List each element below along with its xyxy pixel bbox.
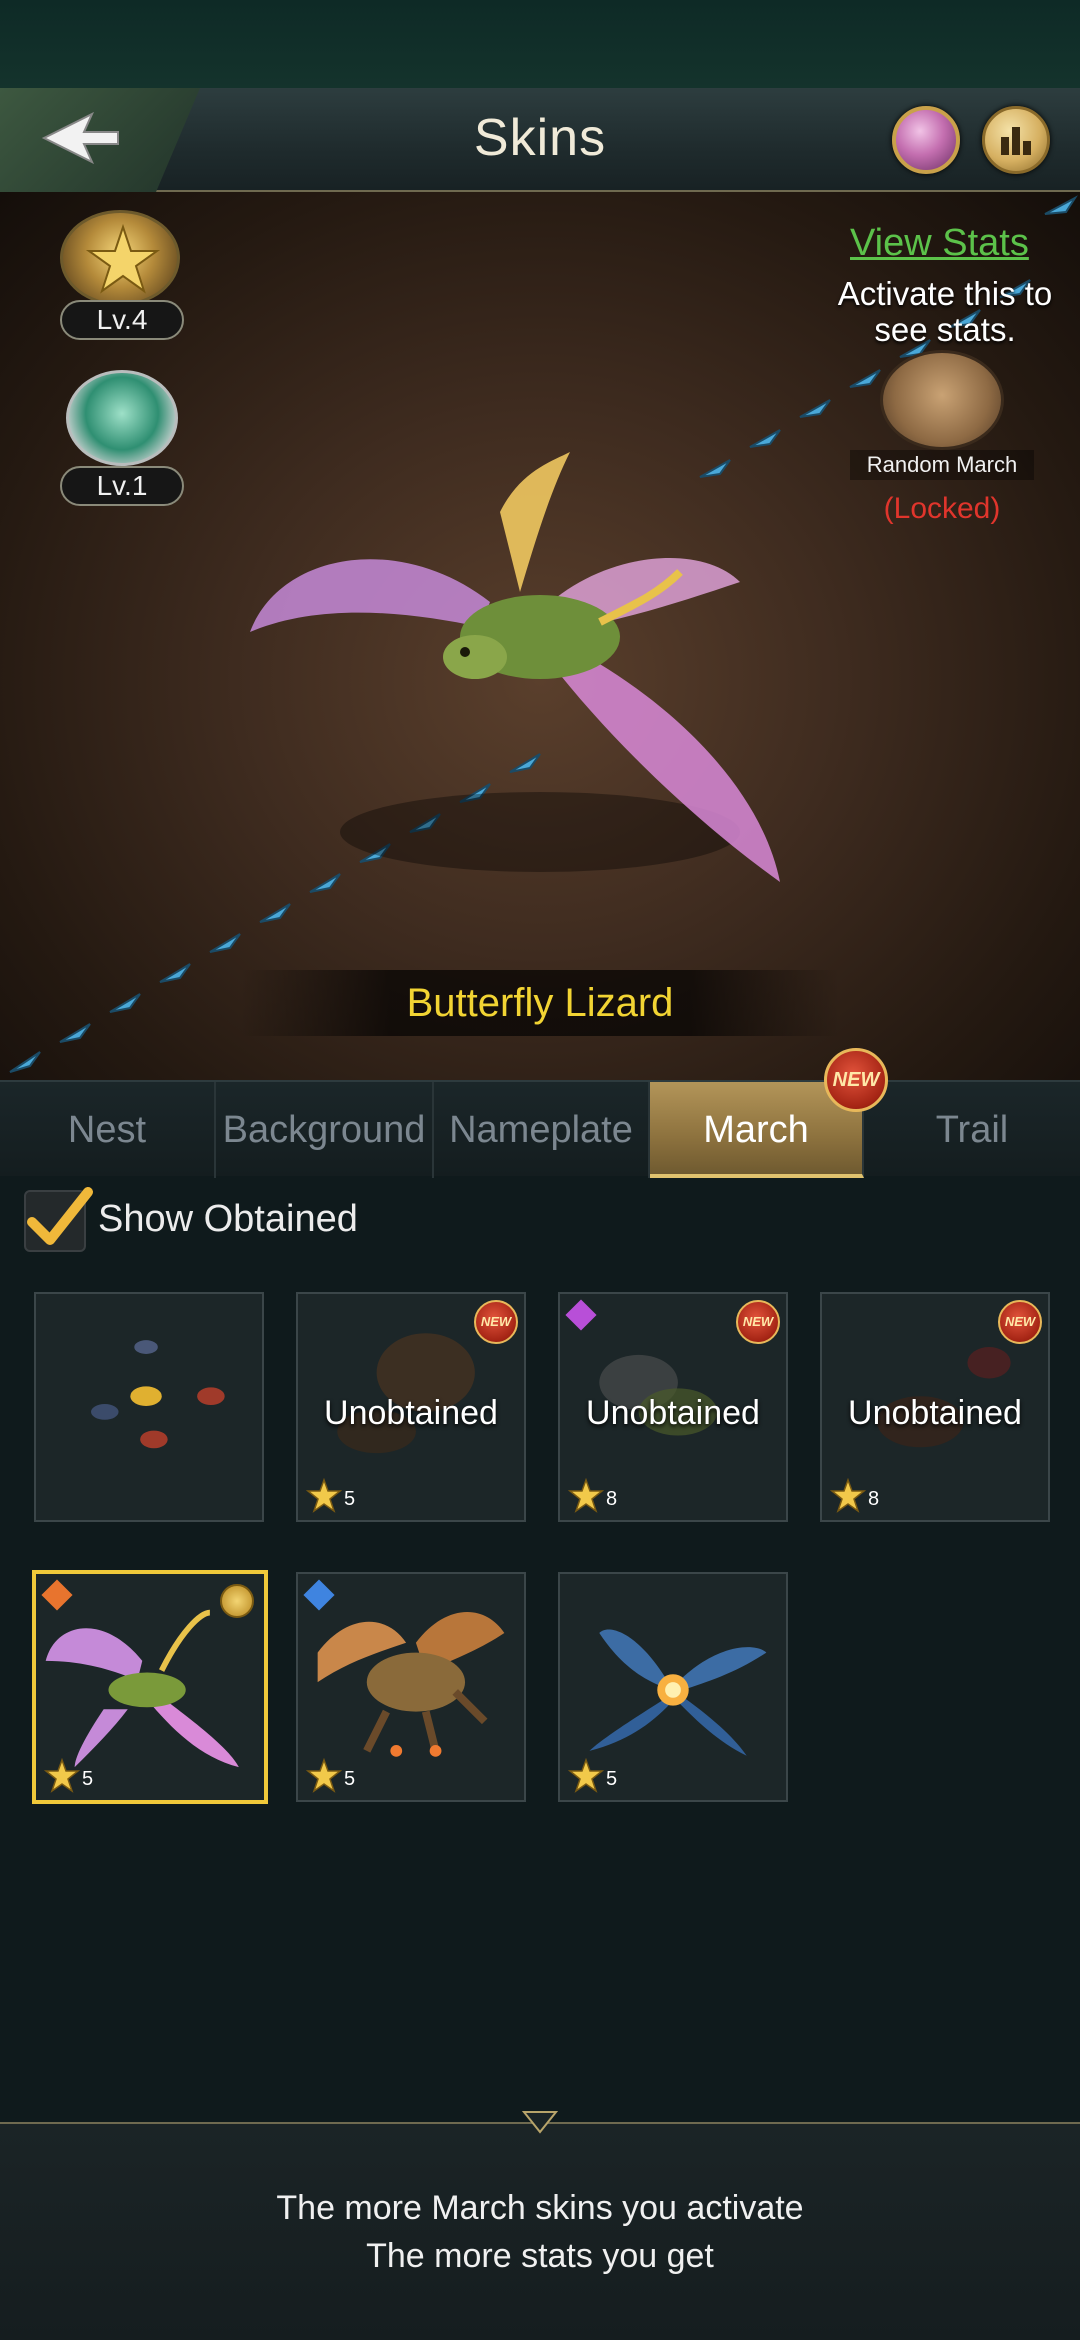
level-label: Lv.4 <box>60 300 184 340</box>
unobtained-label: Unobtained <box>586 1394 760 1432</box>
star-count: 5 <box>606 1768 618 1790</box>
star-medal-icon <box>60 210 180 306</box>
butterfly-lizard-icon <box>250 452 780 882</box>
ant-march-icon[interactable] <box>880 350 1004 450</box>
star-count: 5 <box>344 1768 356 1790</box>
footer-line-1: The more March skins you activate <box>276 2189 804 2227</box>
star-icon <box>44 1758 80 1793</box>
footer-text: The more March skins you activate The mo… <box>0 2184 1080 2280</box>
ranking-icon[interactable] <box>982 106 1050 174</box>
header-bar: Skins <box>0 88 1080 192</box>
tab-background[interactable]: Background <box>216 1082 434 1178</box>
skin-card-butterfly-lizard[interactable]: 5 <box>32 1570 268 1804</box>
ant-squad-icon <box>91 1340 225 1449</box>
skin-showcase: Lv.4 Lv.1 View Stats Activate this to se… <box>0 192 1080 1080</box>
winged-crest-badge[interactable]: Lv.1 <box>50 370 198 506</box>
star-count: 8 <box>868 1488 880 1510</box>
category-tabs: Nest Background Nameplate March Trail <box>0 1080 1080 1178</box>
skin-card-firefly[interactable]: 5 <box>558 1572 788 1802</box>
pink-gem-icon[interactable] <box>892 106 960 174</box>
level-label: Lv.1 <box>60 466 184 506</box>
top-strip <box>0 0 1080 88</box>
new-badge: NEW <box>824 1048 888 1112</box>
tab-nameplate[interactable]: Nameplate <box>434 1082 650 1178</box>
new-badge: NEW <box>998 1300 1042 1344</box>
random-march-label: Random March <box>850 450 1034 480</box>
locked-status: (Locked) <box>883 492 1001 525</box>
star-count: 5 <box>82 1768 94 1790</box>
checkmark-icon <box>27 1187 93 1245</box>
skin-card-ants[interactable] <box>34 1292 264 1522</box>
winged-crest-icon <box>66 370 178 466</box>
star-count: 8 <box>606 1488 618 1510</box>
chevron-down-icon <box>522 2111 558 2134</box>
star-icon <box>830 1478 866 1513</box>
star-icon <box>306 1478 342 1513</box>
activate-hint: Activate this to see stats. <box>837 275 1053 348</box>
unobtained-label: Unobtained <box>324 1394 498 1432</box>
tab-nest[interactable]: Nest <box>0 1082 216 1178</box>
skin-card-dragon[interactable]: 5 <box>296 1572 526 1802</box>
gold-medal-icon <box>220 1584 254 1618</box>
star-icon <box>568 1758 604 1793</box>
tab-trail[interactable]: Trail <box>864 1082 1080 1178</box>
star-icon <box>306 1758 342 1793</box>
star-icon <box>568 1478 604 1513</box>
skin-card-beetle[interactable]: NEW Unobtained 8 <box>820 1292 1050 1522</box>
footer-panel: The more March skins you activate The mo… <box>0 2111 1080 2340</box>
footer-line-2: The more stats you get <box>366 2237 714 2275</box>
unobtained-label: Unobtained <box>848 1394 1022 1432</box>
star-glyph-icon <box>85 223 161 294</box>
skin-card-wasp[interactable]: NEW Unobtained 8 <box>558 1292 788 1522</box>
new-badge: NEW <box>736 1300 780 1344</box>
show-obtained-label: Show Obtained <box>98 1198 358 1240</box>
skin-name-banner: Butterfly Lizard <box>240 970 840 1036</box>
view-stats-link[interactable]: View Stats <box>850 222 1029 265</box>
new-badge: NEW <box>474 1300 518 1344</box>
skin-card-spider[interactable]: NEW Unobtained 5 <box>296 1292 526 1522</box>
ranking-bars-icon <box>1001 127 1031 155</box>
star-medal-badge[interactable]: Lv.4 <box>52 210 192 340</box>
star-count: 5 <box>344 1488 356 1510</box>
